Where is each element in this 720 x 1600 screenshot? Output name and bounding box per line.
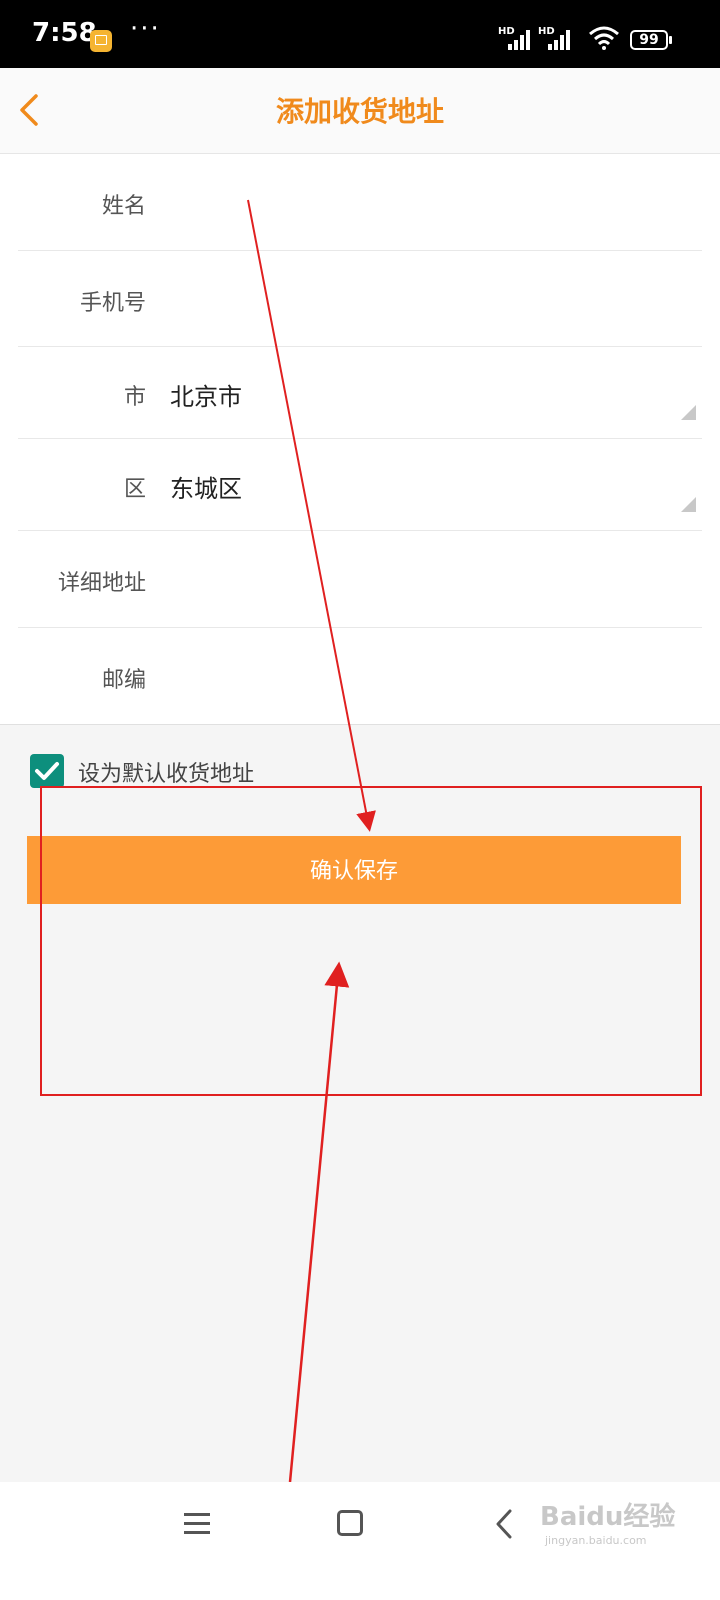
watermark-url: jingyan.baidu.com (545, 1534, 647, 1547)
address-label: 详细地址 (57, 571, 146, 596)
signal-hd-label: HD (538, 26, 555, 37)
postcode-input[interactable] (170, 638, 692, 714)
dropdown-triangle-icon (681, 497, 696, 512)
address-row: 详细地址 (18, 531, 702, 628)
phone-input[interactable] (170, 261, 692, 336)
page-title: 添加收货地址 (275, 95, 444, 128)
postcode-label: 邮编 (101, 668, 146, 693)
more-notifications-icon: ··· (130, 14, 161, 44)
district-select[interactable]: 区 东城区 (18, 439, 702, 531)
district-label: 区 (123, 477, 146, 502)
default-address-checkbox[interactable] (30, 754, 64, 788)
wifi-icon (589, 26, 619, 50)
district-value: 东城区 (170, 475, 242, 503)
city-value: 北京市 (170, 383, 242, 411)
baidu-jingyan-watermark: Baidu经验 (540, 1502, 676, 1532)
phone-label: 手机号 (79, 291, 146, 316)
nav-back-icon[interactable] (494, 1508, 514, 1540)
app-header: 添加收货地址 (0, 68, 720, 154)
checkmark-icon (35, 762, 59, 780)
signal-hd-label: HD (498, 26, 515, 37)
status-bar: 7:58 ··· HD HD 99 (0, 0, 720, 68)
name-row: 姓名 (18, 154, 702, 251)
name-input[interactable] (170, 164, 692, 240)
annotation-highlight-box (40, 786, 702, 1096)
postcode-row: 邮编 (18, 628, 702, 724)
address-form: 姓名 手机号 市 北京市 区 东城区 详细地址 邮编 (0, 154, 720, 725)
system-nav-bar: Baidu经验 jingyan.baidu.com (0, 1482, 720, 1600)
confirm-save-button[interactable]: 确认保存 (27, 836, 681, 904)
default-address-option[interactable]: 设为默认收货地址 (30, 754, 430, 790)
phone-row: 手机号 (18, 251, 702, 347)
cell-signal-icon: HD (538, 26, 572, 50)
annotation-arrow-up (288, 961, 350, 1483)
battery-icon: 99 (630, 30, 672, 50)
default-address-label: 设为默认收货地址 (78, 762, 255, 787)
cell-signal-icon: HD (498, 26, 532, 50)
name-label: 姓名 (101, 194, 146, 219)
status-time: 7:58 (32, 18, 97, 48)
city-select[interactable]: 市 北京市 (18, 347, 702, 439)
home-square-icon[interactable] (337, 1510, 363, 1536)
menu-icon[interactable] (184, 1512, 212, 1536)
city-label: 市 (123, 385, 146, 410)
dropdown-triangle-icon (681, 405, 696, 420)
notification-icon (90, 30, 112, 52)
address-input[interactable] (170, 541, 692, 617)
